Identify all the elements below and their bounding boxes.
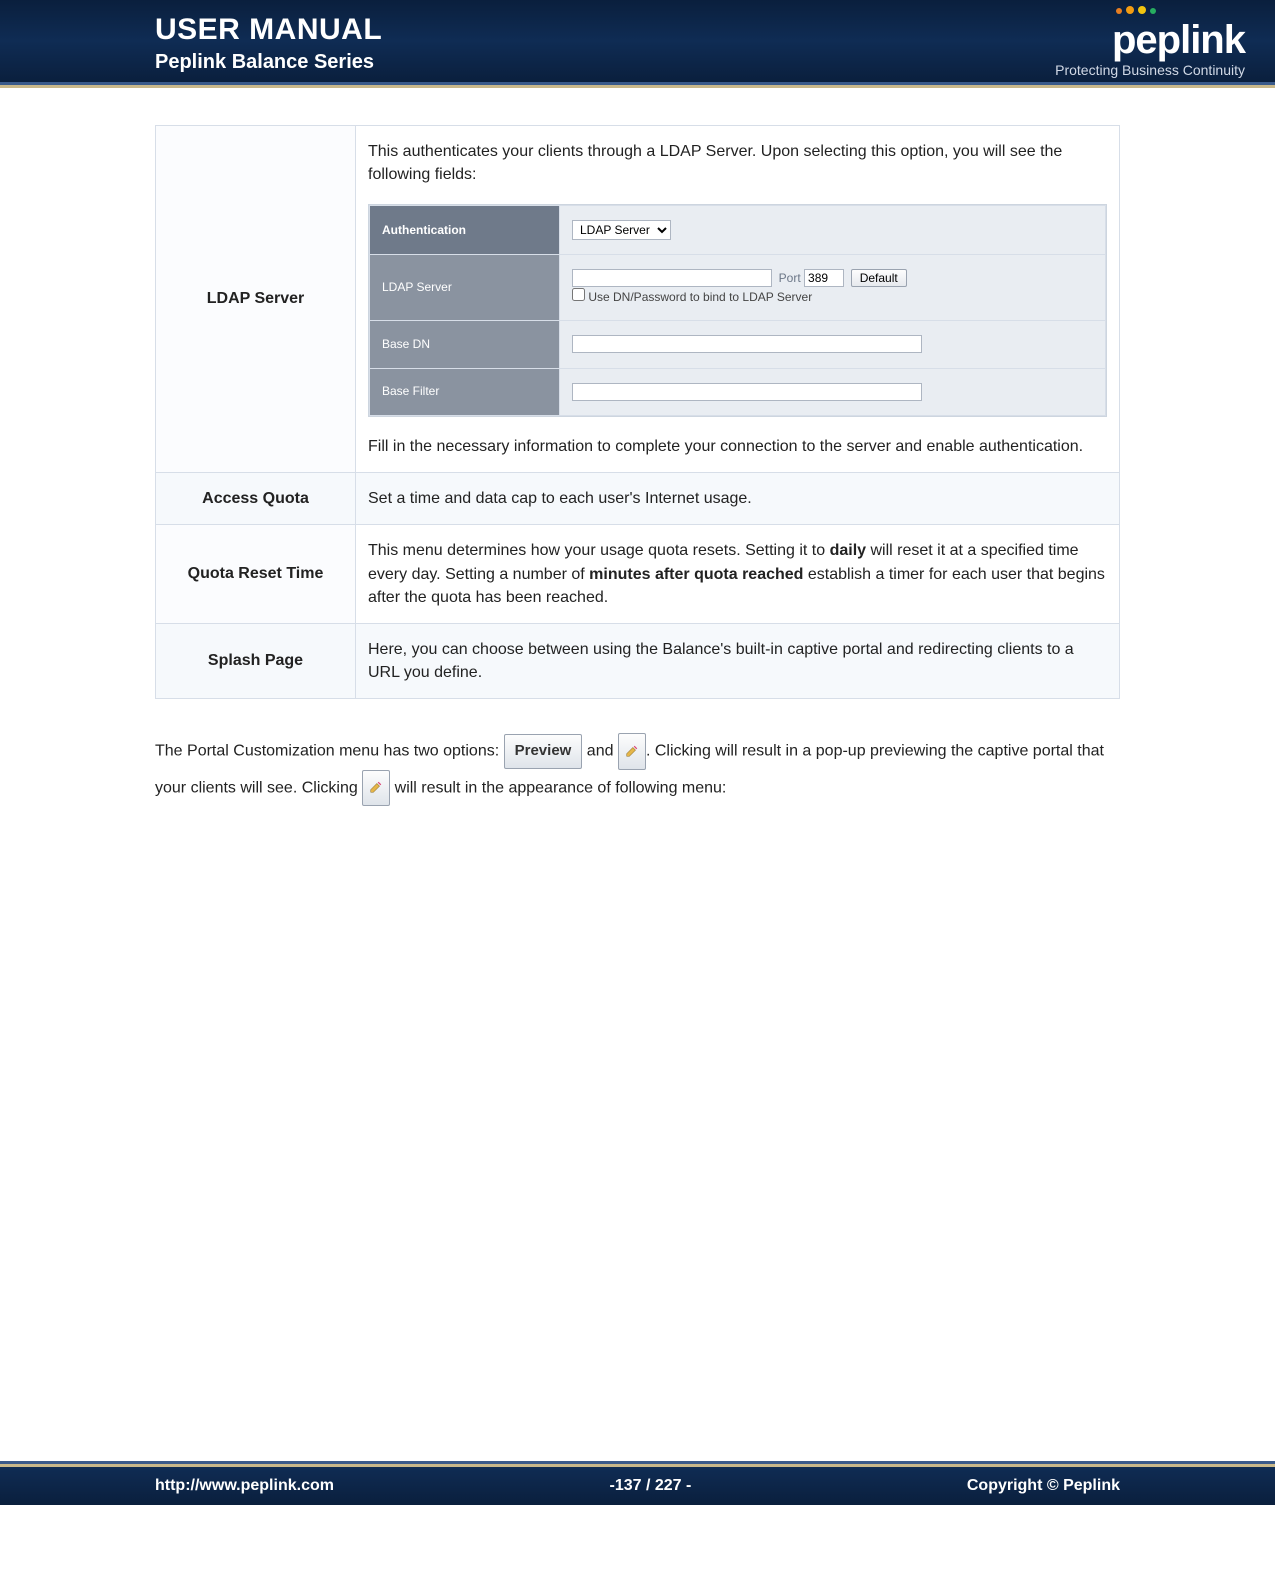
ldap-port-label: Port (779, 271, 801, 285)
pencil-icon (625, 744, 639, 758)
ldap-basefilter-label: Base Filter (370, 368, 560, 415)
brand-tagline: Protecting Business Continuity (1055, 62, 1245, 78)
row-desc-quota-reset: This menu determines how your usage quot… (356, 525, 1120, 624)
pencil-icon (369, 780, 383, 794)
row-desc-access-quota: Set a time and data cap to each user's I… (356, 473, 1120, 525)
ldap-port-input[interactable] (804, 269, 844, 287)
ldap-use-dn-checkbox[interactable] (572, 288, 585, 301)
page-header: USER MANUAL Peplink Balance Series pepli… (0, 0, 1275, 85)
settings-table: LDAP Server This authenticates your clie… (155, 125, 1120, 699)
ldap-outro-text: Fill in the necessary information to com… (368, 435, 1107, 458)
ldap-auth-select[interactable]: LDAP Server (572, 220, 671, 240)
ldap-intro-text: This authenticates your clients through … (368, 140, 1107, 186)
row-desc-ldap: This authenticates your clients through … (356, 126, 1120, 473)
ldap-server-input[interactable] (572, 269, 772, 287)
ldap-basefilter-input[interactable] (572, 383, 922, 401)
row-label-splash: Splash Page (156, 623, 356, 698)
footer-page-number: -137 / 227 - (610, 1477, 692, 1495)
manual-title: USER MANUAL (155, 13, 382, 47)
ldap-basedn-input[interactable] (572, 335, 922, 353)
manual-subtitle: Peplink Balance Series (155, 51, 382, 74)
ldap-auth-label: Authentication (370, 206, 560, 255)
row-desc-splash: Here, you can choose between using the B… (356, 623, 1120, 698)
row-label-access-quota: Access Quota (156, 473, 356, 525)
row-label-quota-reset: Quota Reset Time (156, 525, 356, 624)
ldap-server-label: LDAP Server (370, 255, 560, 321)
ldap-use-dn-label: Use DN/Password to bind to LDAP Server (588, 290, 812, 304)
row-label-ldap: LDAP Server (156, 126, 356, 473)
ldap-default-button[interactable]: Default (851, 269, 907, 287)
preview-button[interactable]: Preview (504, 734, 583, 769)
portal-customization-paragraph: The Portal Customization menu has two op… (155, 733, 1120, 806)
brand-text: peplink (1112, 20, 1245, 60)
logo-dots-icon (1116, 6, 1156, 14)
ldap-config-panel: Authentication LDAP Server LDAP Server (368, 204, 1107, 417)
ldap-basedn-label: Base DN (370, 321, 560, 368)
brand-logo: peplink (1112, 20, 1245, 60)
footer-url: http://www.peplink.com (155, 1477, 334, 1495)
page-footer: http://www.peplink.com -137 / 227 - Copy… (0, 1464, 1275, 1505)
footer-copyright: Copyright © Peplink (967, 1477, 1120, 1495)
edit-button[interactable] (618, 733, 646, 769)
edit-button-2[interactable] (362, 770, 390, 806)
